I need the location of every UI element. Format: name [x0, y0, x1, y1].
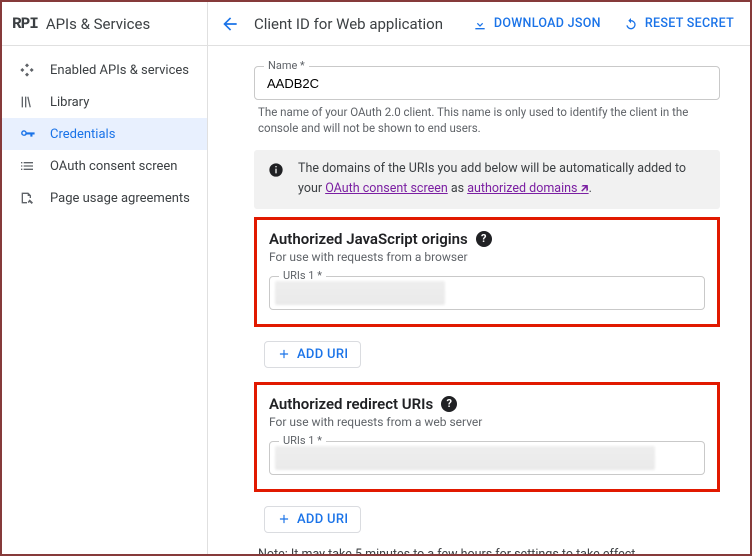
redirect-uris-title: Authorized redirect URIs — [269, 395, 433, 413]
page-title: Client ID for Web application — [254, 15, 454, 33]
sidebar-item-label: OAuth consent screen — [50, 159, 177, 174]
redirect-uri-field: URIs 1 * — [269, 441, 705, 475]
nav: Enabled APIs & services Library Credenti… — [2, 46, 207, 214]
info-text: The domains of the URIs you add below wi… — [298, 160, 706, 199]
name-help: The name of your OAuth 2.0 client. This … — [258, 104, 720, 136]
external-link-icon: 🡵 — [581, 181, 589, 195]
add-redirect-uri-button[interactable]: ADD URI — [264, 506, 361, 533]
diamond-icon — [18, 62, 36, 78]
download-icon — [472, 16, 488, 32]
help-icon[interactable]: ? — [441, 396, 457, 412]
js-origin-uri-field: URIs 1 * — [269, 276, 705, 310]
js-origin-uri-label: URIs 1 * — [279, 269, 326, 282]
oauth-consent-link[interactable]: OAuth consent screen — [325, 181, 448, 196]
consent-icon — [18, 158, 36, 174]
sidebar-item-oauth-consent[interactable]: OAuth consent screen — [2, 150, 207, 182]
back-button[interactable] — [220, 14, 240, 34]
download-json-button[interactable]: DOWNLOAD JSON — [468, 10, 605, 38]
main: Client ID for Web application DOWNLOAD J… — [208, 2, 750, 554]
content: Name * The name of your OAuth 2.0 client… — [208, 46, 750, 554]
plus-icon — [277, 347, 291, 361]
redirect-uri-label: URIs 1 * — [279, 434, 326, 447]
redacted-value — [275, 446, 655, 470]
refresh-icon — [623, 16, 639, 32]
redacted-value — [275, 281, 445, 305]
add-uri-label: ADD URI — [297, 512, 348, 527]
name-label: Name * — [264, 59, 309, 72]
download-json-label: DOWNLOAD JSON — [494, 16, 601, 31]
redirect-uris-section: Authorized redirect URIs ? For use with … — [254, 382, 720, 492]
sidebar: RPI APIs & Services Enabled APIs & servi… — [2, 2, 208, 554]
authorized-domains-link[interactable]: authorized domains 🡵 — [467, 181, 588, 196]
sidebar-item-label: Page usage agreements — [50, 191, 190, 206]
brand-row: RPI APIs & Services — [2, 2, 207, 46]
sidebar-item-library[interactable]: Library — [2, 86, 207, 118]
arrow-left-icon — [220, 14, 240, 34]
help-icon[interactable]: ? — [476, 231, 492, 247]
js-origins-subtitle: For use with requests from a browser — [269, 250, 705, 264]
library-icon — [18, 94, 36, 110]
propagation-note: Note: It may take 5 minutes to a few hou… — [258, 547, 720, 554]
redirect-uris-subtitle: For use with requests from a web server — [269, 415, 705, 429]
topbar: Client ID for Web application DOWNLOAD J… — [208, 2, 750, 46]
add-js-origin-button[interactable]: ADD URI — [264, 341, 361, 368]
sidebar-item-label: Library — [50, 95, 89, 110]
sidebar-item-enabled-apis[interactable]: Enabled APIs & services — [2, 54, 207, 86]
api-logo: RPI — [12, 15, 38, 33]
sidebar-item-label: Credentials — [50, 127, 115, 142]
name-input[interactable] — [254, 66, 720, 100]
brand-title: APIs & Services — [46, 15, 150, 33]
info-icon — [268, 162, 284, 185]
add-uri-label: ADD URI — [297, 347, 348, 362]
js-origins-title: Authorized JavaScript origins — [269, 230, 468, 248]
key-icon — [18, 126, 36, 143]
sidebar-item-credentials[interactable]: Credentials — [2, 118, 207, 150]
reset-secret-button[interactable]: RESET SECRET — [619, 10, 738, 38]
name-field: Name * — [254, 66, 720, 100]
reset-secret-label: RESET SECRET — [645, 16, 734, 31]
sidebar-item-label: Enabled APIs & services — [50, 63, 189, 78]
document-check-icon — [18, 190, 36, 206]
js-origins-section: Authorized JavaScript origins ? For use … — [254, 217, 720, 327]
plus-icon — [277, 512, 291, 526]
info-box: The domains of the URIs you add below wi… — [254, 150, 720, 209]
sidebar-item-page-usage[interactable]: Page usage agreements — [2, 182, 207, 214]
